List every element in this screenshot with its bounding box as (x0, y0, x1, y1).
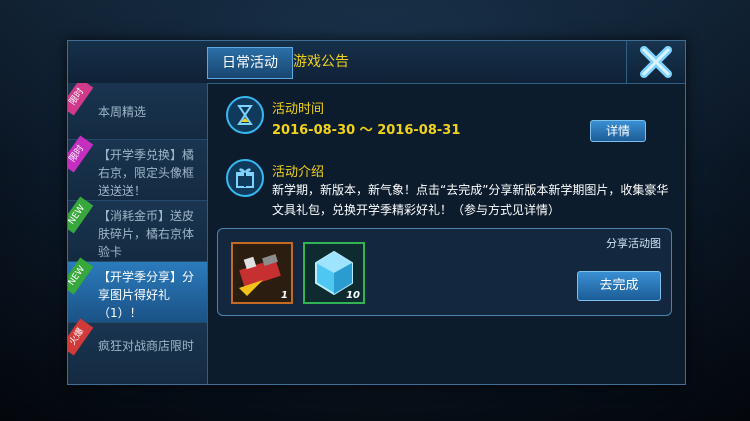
sidebar-item-back-to-school-exchange[interactable]: 限时 【开学季兑换】橘右京，限定头像框送送送！ (68, 135, 207, 201)
tab-game-announcements[interactable]: 游戏公告 (285, 47, 357, 77)
close-button[interactable] (626, 41, 685, 83)
activity-panel: 日常活动 游戏公告 限时 本周精选 限时 【开学季兑换】橘右京，限定头像框送送送… (67, 40, 686, 385)
sidebar-item-battle-shop[interactable]: 火爆 疯狂对战商店限时 (68, 318, 207, 384)
close-icon (640, 46, 672, 78)
reward-panel: 分享活动图 1 10 去完成 (217, 228, 672, 316)
activity-description: 新学期，新版本，新气象！点击“去完成”分享新版本新学期图片，收集豪华文具礼包，兑… (272, 183, 669, 217)
item-quantity: 10 (346, 290, 360, 301)
details-button[interactable]: 详情 (590, 120, 646, 142)
new-badge: NEW (68, 257, 94, 295)
activity-content: 活动时间 2016-08-30 ～ 2016-08-31 详情 活动介绍 新学期… (208, 84, 685, 384)
new-badge: NEW (68, 196, 94, 234)
sidebar-item-label: 【消耗金币】送皮肤碎片，橘右京体验卡 (98, 209, 195, 259)
sidebar-item-label: 【开学季兑换】橘右京，限定头像框送送送！ (98, 148, 195, 198)
sidebar-item-label: 本周精选 (98, 105, 147, 119)
reward-item-stationery-pack[interactable]: 1 (231, 242, 293, 304)
tab-daily-activities[interactable]: 日常活动 (207, 47, 293, 79)
sidebar-item-weekly-picks[interactable]: 限时 本周精选 (68, 83, 207, 140)
activity-date-range: 2016-08-30 ～ 2016-08-31 (272, 123, 461, 138)
sidebar-item-label: 【开学季分享】分享图片得好礼（1）！ (98, 270, 195, 320)
gift-icon (226, 159, 264, 197)
tab-bar: 日常活动 游戏公告 (68, 41, 685, 84)
sidebar-item-share-event[interactable]: NEW 【开学季分享】分享图片得好礼（1）！ (68, 257, 207, 323)
complete-button[interactable]: 去完成 (577, 271, 661, 301)
item-quantity: 1 (281, 290, 288, 301)
sidebar-item-spend-gold[interactable]: NEW 【消耗金币】送皮肤碎片，橘右京体验卡 (68, 196, 207, 262)
sidebar-item-label: 疯狂对战商店限时 (98, 339, 195, 353)
limited-badge: 限时 (68, 135, 94, 173)
hot-badge: 火爆 (68, 318, 94, 356)
activity-intro-title: 活动介绍 (272, 165, 325, 180)
reward-item-crystal[interactable]: 10 (303, 242, 365, 304)
limited-badge: 限时 (68, 83, 94, 116)
hourglass-icon (226, 96, 264, 134)
activity-sidebar: 限时 本周精选 限时 【开学季兑换】橘右京，限定头像框送送送！ NEW 【消耗金… (68, 83, 208, 384)
reward-caption: 分享活动图 (606, 237, 661, 250)
activity-time-title: 活动时间 (272, 102, 325, 117)
